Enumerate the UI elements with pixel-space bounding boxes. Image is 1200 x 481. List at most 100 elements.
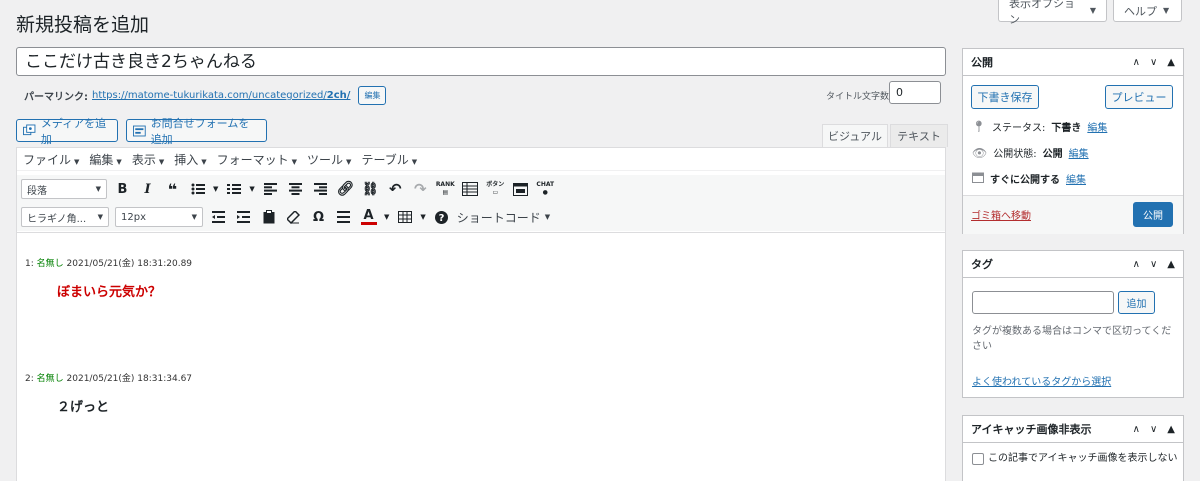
rank-icon[interactable]: RANK ▤: [436, 179, 455, 199]
editor-toolbar-row-1: 段落 ▼ B I ❝ ▼ ▼ 🔗︎ ⛓ ↶ ↷ RANK ▤ ボタン ▭ CHAT ●: [17, 175, 945, 203]
bullet-list-icon[interactable]: [188, 179, 207, 199]
font-size-select[interactable]: 12px ▼: [115, 207, 203, 227]
eyecatch-box-header: アイキャッチ画像非表示 ∧ ∨ ▲: [963, 416, 1183, 443]
menu-view[interactable]: 表示 ▼: [132, 151, 164, 168]
tab-text[interactable]: テキスト: [890, 124, 948, 147]
move-up-icon[interactable]: ∧: [1133, 259, 1140, 270]
menu-format-label: フォーマット: [216, 152, 289, 167]
shortcode-dropdown[interactable]: ショートコード ▼: [457, 209, 550, 226]
preview-button[interactable]: プレビュー: [1105, 85, 1173, 109]
status-row: 📍︎ ステータス: 下書き 編集: [972, 119, 1107, 134]
caret-down-icon: ▼: [158, 157, 165, 166]
screen-options-button[interactable]: 表示オプション ▼: [998, 0, 1107, 26]
poster-name: 名無し: [36, 259, 64, 269]
permalink-label: パーマリンク:: [24, 92, 88, 103]
page-title: 新規投稿を追加: [16, 14, 150, 36]
move-up-icon[interactable]: ∧: [1133, 57, 1140, 68]
text-color-icon[interactable]: A: [359, 207, 378, 227]
toggle-icon[interactable]: ▲: [1167, 424, 1175, 435]
menu-file[interactable]: ファイル ▼: [23, 151, 79, 168]
eraser-icon[interactable]: [284, 207, 303, 227]
move-up-icon[interactable]: ∧: [1133, 424, 1140, 435]
caret-down-icon[interactable]: ▼: [249, 185, 254, 193]
permalink-edit-button[interactable]: 編集: [358, 86, 387, 105]
pin-icon: 📍︎: [972, 120, 986, 133]
blockquote-icon[interactable]: ❝: [163, 179, 182, 199]
tag-input[interactable]: [972, 291, 1114, 314]
caret-down-icon: ▼: [191, 213, 197, 221]
popular-tags-link[interactable]: よく使われているタグから選択: [972, 373, 1111, 388]
post-date: 2021/05/21(金) 18:31:20.89: [66, 259, 193, 269]
help-button[interactable]: ヘルプ ▼: [1113, 0, 1182, 22]
chat-icon[interactable]: CHAT ●: [536, 179, 555, 199]
trash-link[interactable]: ゴミ箱へ移動: [971, 207, 1031, 222]
publish-button[interactable]: 公開: [1133, 202, 1173, 227]
editor-content[interactable]: 1: 名無し 2021/05/21(金) 18:31:20.89 ぼまいら元気か…: [17, 232, 945, 481]
caret-down-icon[interactable]: ▼: [213, 185, 218, 193]
caret-down-icon: ▼: [1089, 6, 1096, 15]
publish-box-title: 公開: [971, 56, 993, 69]
help-icon[interactable]: ?: [432, 207, 451, 227]
menu-table[interactable]: テーブル ▼: [361, 151, 417, 168]
link-icon[interactable]: 🔗︎: [336, 179, 355, 199]
box-icon[interactable]: [511, 179, 530, 199]
table-icon[interactable]: [395, 207, 414, 227]
move-down-icon[interactable]: ∨: [1150, 259, 1157, 270]
add-tag-button[interactable]: 追加: [1118, 291, 1155, 314]
unlink-icon[interactable]: ⛓: [361, 179, 380, 199]
format-select[interactable]: 段落 ▼: [21, 179, 107, 199]
outdent-icon[interactable]: [209, 207, 228, 227]
move-down-icon[interactable]: ∨: [1150, 57, 1157, 68]
permalink-link[interactable]: https://matome-tukurikata.com/uncategori…: [92, 90, 350, 101]
screen-options-label: 表示オプション: [1009, 0, 1075, 26]
move-down-icon[interactable]: ∨: [1150, 424, 1157, 435]
italic-icon[interactable]: I: [138, 179, 157, 199]
status-edit-link[interactable]: 編集: [1087, 119, 1107, 134]
menu-tools[interactable]: ツール ▼: [307, 151, 351, 168]
add-media-button[interactable]: メディアを追加: [16, 117, 118, 146]
menu-table-label: テーブル: [361, 152, 409, 167]
horizontal-line-icon[interactable]: [334, 207, 353, 227]
permalink-slug: 2ch/: [326, 90, 351, 101]
save-draft-button[interactable]: 下書き保存: [971, 85, 1039, 109]
undo-icon[interactable]: ↶: [386, 179, 405, 199]
indent-icon[interactable]: [234, 207, 253, 227]
hide-eyecatch-checkbox[interactable]: [972, 453, 984, 465]
schedule-edit-link[interactable]: 編集: [1066, 171, 1086, 186]
paste-icon[interactable]: [259, 207, 278, 227]
font-size-value: 12px: [121, 211, 146, 223]
caret-down-icon: ▼: [116, 157, 122, 166]
eyecatch-box: アイキャッチ画像非表示 ∧ ∨ ▲ この記事でアイキャッチ画像を表示しない: [962, 415, 1184, 481]
menu-format[interactable]: フォーマット ▼: [217, 151, 297, 168]
status-value: 下書き: [1051, 123, 1082, 134]
bold-icon[interactable]: B: [113, 179, 132, 199]
font-family-value: ヒラギノ角...: [27, 213, 87, 225]
visibility-edit-link[interactable]: 編集: [1069, 145, 1089, 160]
permalink-base: https://matome-tukurikata.com/uncategori…: [92, 90, 327, 101]
menu-insert[interactable]: 挿入 ▼: [174, 151, 206, 168]
title-count-field[interactable]: 0: [889, 81, 941, 104]
font-family-select[interactable]: ヒラギノ角... ▼: [21, 207, 109, 227]
table-grid-icon[interactable]: [461, 179, 480, 199]
align-left-icon[interactable]: [261, 179, 280, 199]
editor-toolbar-row-2: ヒラギノ角... ▼ 12px ▼ Ω A ▼ ▼ ? ショートコード ▼: [17, 203, 945, 231]
toggle-icon[interactable]: ▲: [1167, 57, 1175, 68]
add-media-label: メディアを追加: [40, 116, 107, 146]
page-scrollbar[interactable]: [1186, 0, 1200, 481]
align-center-icon[interactable]: [286, 179, 305, 199]
post-title-input[interactable]: ここだけ古き良き2ちゃんねる: [16, 47, 946, 76]
numbered-list-icon[interactable]: [224, 179, 243, 199]
omega-icon[interactable]: Ω: [309, 207, 328, 227]
button-icon[interactable]: ボタン ▭: [486, 179, 505, 199]
toggle-icon[interactable]: ▲: [1167, 259, 1175, 270]
caret-down-icon[interactable]: ▼: [384, 213, 389, 221]
redo-icon[interactable]: ↷: [411, 179, 430, 199]
menu-edit[interactable]: 編集 ▼: [89, 151, 121, 168]
add-contact-form-button[interactable]: お問合せフォームを追加: [126, 117, 267, 146]
poster-name: 名無し: [36, 374, 64, 384]
align-right-icon[interactable]: [311, 179, 330, 199]
caret-down-icon: ▼: [74, 157, 80, 166]
caret-down-icon: ▼: [95, 185, 101, 193]
caret-down-icon[interactable]: ▼: [420, 213, 425, 221]
tab-visual[interactable]: ビジュアル: [822, 124, 888, 147]
